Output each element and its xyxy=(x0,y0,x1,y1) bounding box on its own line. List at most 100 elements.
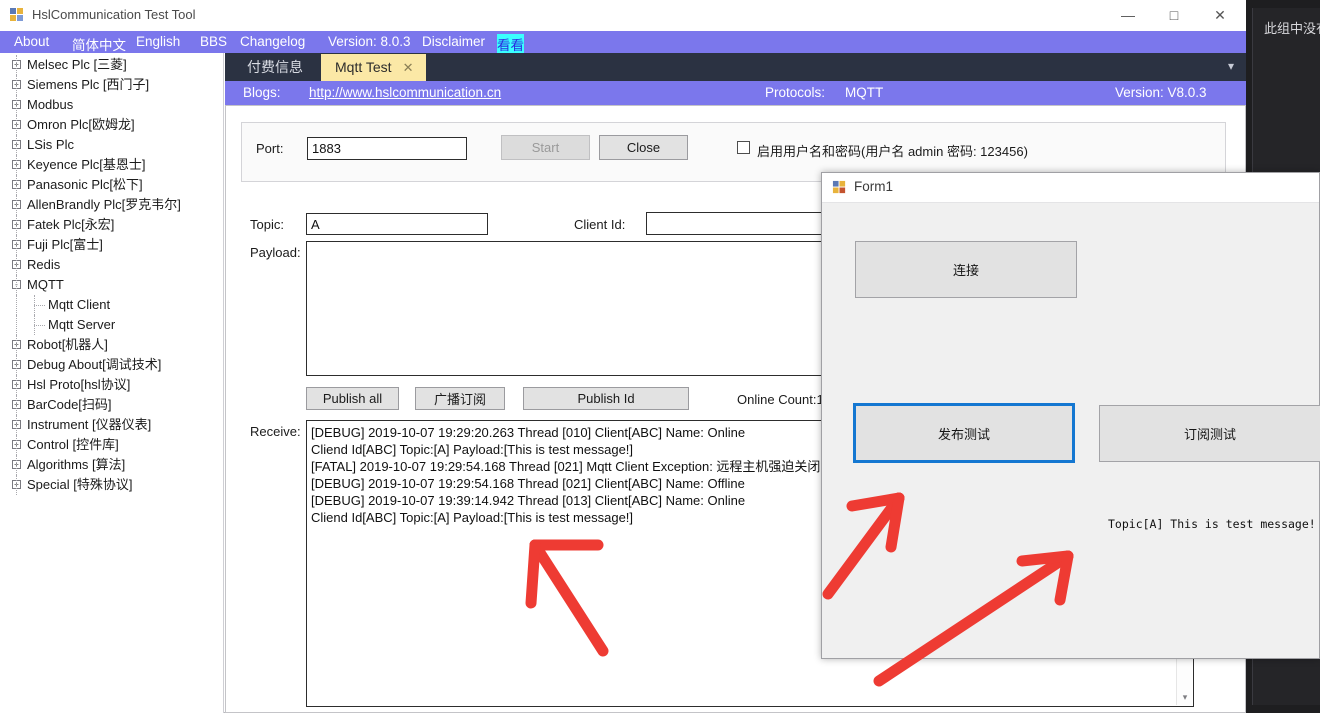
connect-button[interactable]: 连接 xyxy=(855,241,1077,298)
form1-dialog: Form1 连接 发布测试 订阅测试 Topic[A] This is test… xyxy=(821,172,1320,659)
tree-connector xyxy=(16,255,17,275)
sidebar-item[interactable]: + Keyence Plc[基恩士] xyxy=(0,155,223,175)
tree-connector xyxy=(16,435,17,455)
sidebar-item-label: Control [控件库] xyxy=(27,437,119,452)
blogs-link[interactable]: http://www.hslcommunication.cn xyxy=(309,85,501,100)
window-title: HslCommunication Test Tool xyxy=(32,7,196,22)
tab-paid-info[interactable]: 付费信息 xyxy=(233,54,317,81)
sidebar-item-label: Keyence Plc[基恩士] xyxy=(27,157,146,172)
sidebar-item-label: Redis xyxy=(27,257,61,272)
sidebar-item[interactable]: + Control [控件库] xyxy=(0,435,223,455)
client-id-label: Client Id: xyxy=(574,217,626,232)
version-label: Version: V8.0.3 xyxy=(1115,85,1207,100)
sidebar-item[interactable]: + Special [特殊协议] xyxy=(0,475,223,495)
topic-label: Topic: xyxy=(250,217,284,232)
menu-item-about[interactable]: About xyxy=(14,34,49,49)
form-icon xyxy=(832,180,846,194)
topic-input[interactable]: A xyxy=(306,213,488,235)
sidebar-item-label: BarCode[扫码] xyxy=(27,397,112,412)
close-icon[interactable]: ✕ xyxy=(403,54,414,81)
menu-item-highlighted[interactable]: 看看 xyxy=(497,34,524,54)
port-input[interactable]: 1883 xyxy=(307,137,467,160)
sidebar-item[interactable]: + Robot[机器人] xyxy=(0,335,223,355)
enable-auth-checkbox[interactable] xyxy=(737,141,750,154)
tree-connector xyxy=(16,235,17,255)
close-server-button[interactable]: Close xyxy=(599,135,688,160)
sidebar-item[interactable]: + Fuji Plc[富士] xyxy=(0,235,223,255)
tree-connector xyxy=(34,305,45,306)
tree-connector xyxy=(16,395,17,415)
tree-connector xyxy=(16,335,17,355)
sidebar-item-label: Instrument [仪器仪表] xyxy=(27,417,152,432)
minimize-button[interactable]: — xyxy=(1105,0,1151,30)
sidebar-item[interactable]: + Omron Plc[欧姆龙] xyxy=(0,115,223,135)
title-bar: HslCommunication Test Tool — □ ✕ xyxy=(0,0,1246,31)
sidebar-item[interactable]: + Panasonic Plc[松下] xyxy=(0,175,223,195)
sidebar-item[interactable]: + Melsec Plc [三菱] xyxy=(0,55,223,75)
broadcast-subscribe-button[interactable]: 广播订阅 xyxy=(415,387,505,410)
sidebar-item-label: Modbus xyxy=(27,97,74,112)
form1-title-bar: Form1 xyxy=(822,173,1319,203)
tree-connector xyxy=(16,455,17,475)
tree-connector xyxy=(16,155,17,175)
sidebar-item[interactable]: + Modbus xyxy=(0,95,223,115)
menu-bar: About 简体中文 English BBS Changelog Version… xyxy=(0,31,1246,54)
subscribe-test-button[interactable]: 订阅测试 xyxy=(1099,405,1320,462)
sidebar-item[interactable]: + Redis xyxy=(0,255,223,275)
sidebar-item-label: LSis Plc xyxy=(27,137,74,152)
screen-root: 此组中没有 HslCommunication Test Tool — □ ✕ A… xyxy=(0,0,1320,713)
tree-connector xyxy=(16,175,17,195)
tree-connector xyxy=(16,375,17,395)
sidebar-item[interactable]: + BarCode[扫码] xyxy=(0,395,223,415)
client-id-input[interactable] xyxy=(646,212,828,235)
menu-item-changelog[interactable]: Changelog xyxy=(240,34,305,49)
chevron-down-icon[interactable]: ▾ xyxy=(1177,689,1193,705)
sidebar-item-label: Algorithms [算法] xyxy=(27,457,126,472)
sidebar-tree-pane[interactable]: + Melsec Plc [三菱] + Siemens Plc [西门子] + Modbu… xyxy=(0,53,224,713)
tab-mqtt-test-label: Mqtt Test xyxy=(335,59,392,75)
sidebar-item-label: Robot[机器人] xyxy=(27,337,108,352)
sidebar-item[interactable]: Mqtt Server xyxy=(0,315,223,335)
sidebar-item[interactable]: + Siemens Plc [西门子] xyxy=(0,75,223,95)
menu-item-version[interactable]: Version: 8.0.3 xyxy=(328,34,411,49)
sidebar-item[interactable]: Mqtt Client xyxy=(0,295,223,315)
tree-connector xyxy=(34,315,35,335)
sidebar-item-label: Fuji Plc[富士] xyxy=(27,237,103,252)
publish-all-button[interactable]: Publish all xyxy=(306,387,399,410)
publish-id-button[interactable]: Publish Id xyxy=(523,387,689,410)
tree-connector xyxy=(16,275,17,295)
protocols-label: Protocols: xyxy=(765,85,826,100)
menu-item-english[interactable]: English xyxy=(136,34,180,49)
chevron-down-icon[interactable]: ▾ xyxy=(1228,59,1234,73)
tree-connector xyxy=(16,315,17,335)
start-button[interactable]: Start xyxy=(501,135,590,160)
sidebar-tree: + Melsec Plc [三菱] + Siemens Plc [西门子] + Modbu… xyxy=(0,55,223,495)
sidebar-item[interactable]: - MQTT xyxy=(0,275,223,295)
sidebar-item[interactable]: + AllenBrandly Plc[罗克韦尔] xyxy=(0,195,223,215)
sidebar-item[interactable]: + Instrument [仪器仪表] xyxy=(0,415,223,435)
sidebar-item-label: Siemens Plc [西门子] xyxy=(27,77,150,92)
sidebar-item[interactable]: + Debug About[调试技术] xyxy=(0,355,223,375)
menu-item-chinese[interactable]: 简体中文 xyxy=(72,34,126,54)
sidebar-item-label: Mqtt Server xyxy=(48,317,116,332)
sidebar-item-label: AllenBrandly Plc[罗克韦尔] xyxy=(27,197,181,212)
tab-mqtt-test[interactable]: Mqtt Test ✕ xyxy=(321,54,426,81)
menu-item-disclaimer[interactable]: Disclaimer xyxy=(422,34,485,49)
tree-connector xyxy=(16,55,17,75)
sidebar-item-label: Omron Plc[欧姆龙] xyxy=(27,117,135,132)
publish-test-button[interactable]: 发布测试 xyxy=(853,403,1075,463)
sidebar-item[interactable]: + LSis Plc xyxy=(0,135,223,155)
sidebar-item[interactable]: + Fatek Plc[永宏] xyxy=(0,215,223,235)
info-bar: Blogs: http://www.hslcommunication.cn Pr… xyxy=(225,81,1246,105)
tree-connector xyxy=(16,475,17,495)
sidebar-item-label: Panasonic Plc[松下] xyxy=(27,177,143,192)
maximize-button[interactable]: □ xyxy=(1151,0,1197,30)
sidebar-item[interactable]: + Algorithms [算法] xyxy=(0,455,223,475)
menu-item-bbs[interactable]: BBS xyxy=(200,34,227,49)
sidebar-item[interactable]: + Hsl Proto[hsl协议] xyxy=(0,375,223,395)
form1-title: Form1 xyxy=(854,179,894,194)
sidebar-item-label: Mqtt Client xyxy=(48,297,111,312)
close-button[interactable]: ✕ xyxy=(1197,0,1243,30)
app-icon xyxy=(10,8,23,21)
tree-connector xyxy=(16,75,17,95)
